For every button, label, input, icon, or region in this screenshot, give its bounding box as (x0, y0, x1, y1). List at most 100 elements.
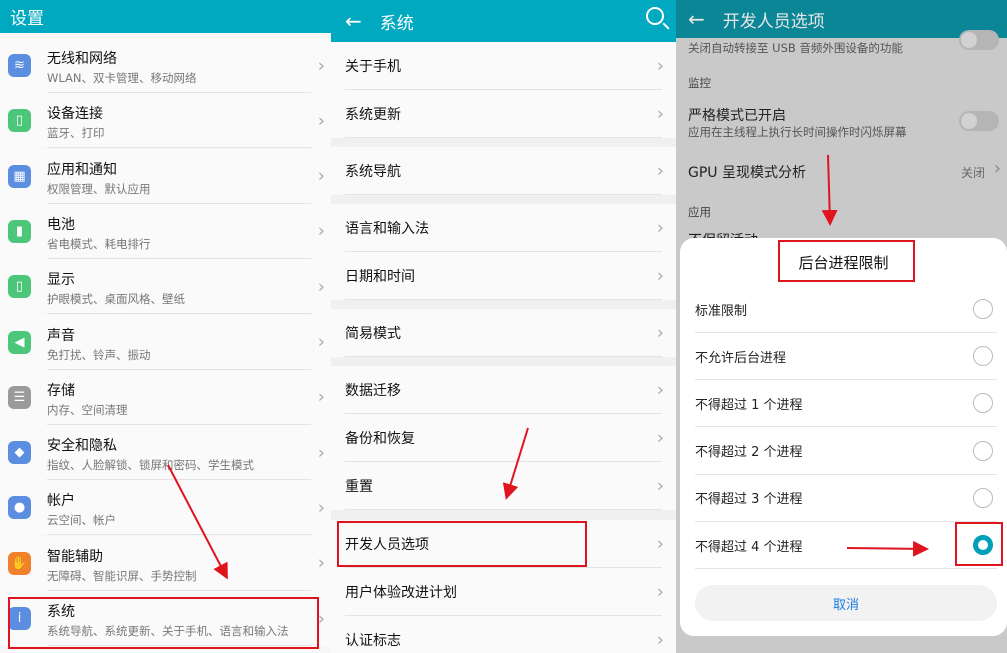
chevron-right-icon: › (318, 332, 325, 353)
chevron-right-icon: › (657, 380, 664, 401)
item-label: 系统更新 (345, 104, 401, 124)
strict-mode-toggle[interactable] (959, 111, 999, 131)
system-item[interactable]: 认证标志› (331, 616, 676, 653)
item-label: 关于手机 (345, 56, 401, 76)
radio-button[interactable] (973, 299, 993, 319)
system-item[interactable]: 系统导航 › (331, 147, 676, 195)
storage-icon: ☰ (8, 386, 31, 409)
page-title: 设置 (10, 4, 44, 29)
device-connect-icon: ▯ (8, 109, 31, 132)
settings-item[interactable]: ◀ 声音免打扰、铃声、振动 › (0, 315, 331, 370)
section-apps: 应用 (688, 204, 711, 220)
system-item[interactable]: 用户体验改进计划› (331, 568, 676, 616)
display-icon: ▯ (8, 275, 31, 298)
system-item[interactable]: 系统更新› (331, 90, 676, 138)
item-title: 智能辅助 (47, 546, 311, 566)
chevron-right-icon: › (657, 161, 664, 182)
highlight-selected-radio (955, 522, 1003, 566)
item-subtitle: 无障碍、智能识屏、手势控制 (47, 569, 311, 583)
hand-icon: ✋ (8, 552, 31, 575)
usb-audio-toggle[interactable] (959, 30, 999, 50)
item-title: 显示 (47, 269, 311, 289)
process-limit-option[interactable]: 不得超过 4 个进程 (695, 522, 997, 569)
settings-item[interactable]: ✋ 智能辅助无障碍、智能识屏、手势控制 › (0, 536, 331, 591)
back-arrow-icon[interactable]: ← (688, 7, 705, 31)
gpu-profiling-value: 关闭 (961, 164, 985, 181)
item-title: 设备连接 (47, 103, 311, 123)
process-limit-option[interactable]: 不允许后台进程 (695, 333, 997, 380)
process-limit-option[interactable]: 标准限制 (695, 286, 997, 333)
settings-item[interactable]: ▯ 设备连接蓝牙、打印 › (0, 93, 331, 148)
system-item[interactable]: 关于手机› (331, 42, 676, 90)
settings-item[interactable]: ● 帐户云空间、帐户 › (0, 480, 331, 535)
settings-item[interactable]: ≋ 无线和网络WLAN、双卡管理、移动网络 › (0, 38, 331, 93)
back-arrow-icon[interactable]: ← (345, 9, 362, 33)
item-subtitle: 内存、空间清理 (47, 403, 311, 417)
item-label: 系统导航 (345, 161, 401, 181)
radio-button[interactable] (973, 488, 993, 508)
settings-item[interactable]: ▦ 应用和通知权限管理、默认应用 › (0, 149, 331, 204)
option-label: 不得超过 1 个进程 (695, 394, 803, 413)
account-icon: ● (8, 496, 31, 519)
gpu-profiling-title[interactable]: GPU 呈现模式分析 (688, 162, 806, 182)
process-limit-option[interactable]: 不得超过 2 个进程 (695, 428, 997, 475)
settings-item[interactable]: ▮ 电池省电模式、耗电排行 › (0, 204, 331, 259)
system-item[interactable]: 数据迁移› (331, 366, 676, 414)
settings-header: 设置 (0, 0, 331, 33)
highlight-system (8, 597, 319, 649)
settings-item[interactable]: ▯ 显示护眼模式、桌面风格、壁纸 › (0, 259, 331, 314)
sound-icon: ◀ (8, 331, 31, 354)
option-label: 不得超过 3 个进程 (695, 488, 803, 507)
usb-audio-desc: 关闭自动转接至 USB 音频外围设备的功能 (688, 40, 903, 56)
background-process-limit-dialog: 后台进程限制 标准限制不允许后台进程不得超过 1 个进程不得超过 2 个进程不得… (680, 238, 1007, 636)
item-label: 用户体验改进计划 (345, 582, 457, 602)
chevron-right-icon: › (657, 218, 664, 239)
radio-button[interactable] (973, 393, 993, 413)
chevron-right-icon: › (318, 387, 325, 408)
settings-item[interactable]: ◆ 安全和隐私指纹、人脸解锁、锁屏和密码、学生模式 › (0, 425, 331, 480)
radio-button[interactable] (973, 441, 993, 461)
strict-mode-title[interactable]: 严格模式已开启 (688, 105, 786, 125)
item-title: 电池 (47, 214, 311, 234)
chevron-right-icon: › (318, 497, 325, 518)
highlight-dialog-title (778, 240, 915, 282)
system-item[interactable]: 日期和时间› (331, 252, 676, 300)
settings-item[interactable]: ☰ 存储内存、空间清理 › (0, 370, 331, 425)
developer-header: ← 开发人员选项 (676, 0, 1007, 38)
shield-icon: ◆ (8, 441, 31, 464)
option-label: 不得超过 4 个进程 (695, 536, 803, 555)
section-monitor: 监控 (688, 75, 711, 91)
highlight-developer-options (337, 521, 587, 567)
option-label: 不得超过 2 个进程 (695, 441, 803, 460)
item-label: 简易模式 (345, 323, 401, 343)
item-label: 语言和输入法 (345, 218, 429, 238)
system-item[interactable]: 备份和恢复› (331, 414, 676, 462)
radio-button[interactable] (973, 346, 993, 366)
strict-mode-desc: 应用在主线程上执行长时间操作时闪烁屏幕 (688, 124, 907, 140)
chevron-right-icon: › (318, 276, 325, 297)
chevron-right-icon: › (657, 534, 664, 555)
option-label: 标准限制 (695, 300, 747, 319)
item-subtitle: 省电模式、耗电排行 (47, 237, 311, 251)
process-limit-option[interactable]: 不得超过 3 个进程 (695, 475, 997, 522)
item-label: 认证标志 (345, 630, 401, 650)
process-limit-option[interactable]: 不得超过 1 个进程 (695, 380, 997, 427)
item-title: 无线和网络 (47, 48, 311, 68)
search-icon[interactable] (646, 7, 664, 25)
item-subtitle: WLAN、双卡管理、移动网络 (47, 71, 311, 85)
item-title: 存储 (47, 380, 311, 400)
item-title: 安全和隐私 (47, 435, 311, 455)
option-label: 不允许后台进程 (695, 347, 786, 366)
item-title: 帐户 (47, 490, 311, 510)
system-header: ← 系统 (331, 0, 676, 42)
item-subtitle: 蓝牙、打印 (47, 126, 311, 140)
cancel-button[interactable]: 取消 (695, 585, 997, 621)
system-item[interactable]: 重置› (331, 462, 676, 510)
chevron-right-icon: › (657, 266, 664, 287)
wifi-icon: ≋ (8, 54, 31, 77)
system-item[interactable]: 语言和输入法 › (331, 204, 676, 252)
page-title: 系统 (380, 9, 414, 34)
chevron-right-icon: › (994, 158, 1001, 179)
chevron-right-icon: › (657, 323, 664, 344)
system-item[interactable]: 简易模式 › (331, 309, 676, 357)
